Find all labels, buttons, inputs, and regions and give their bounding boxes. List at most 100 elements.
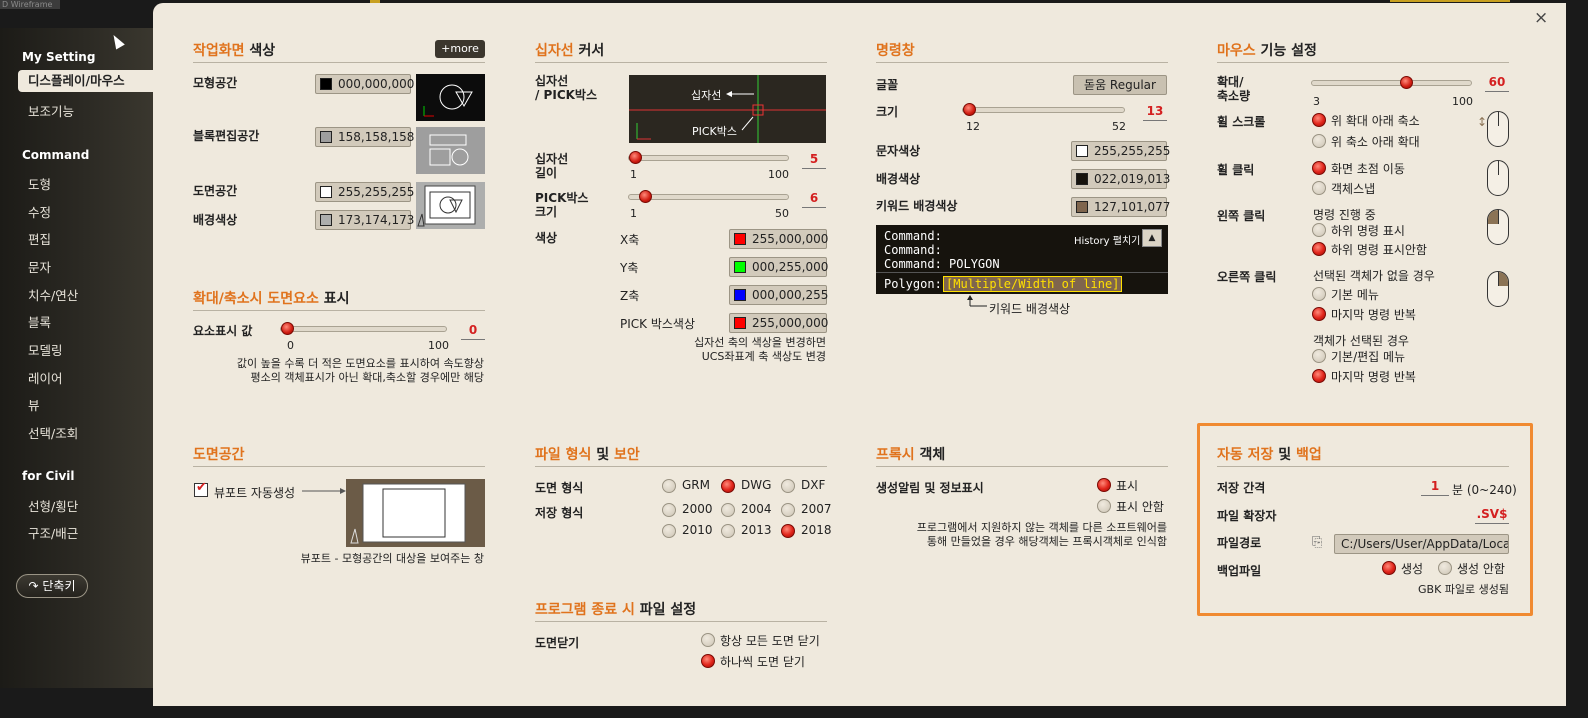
format-grm-radio[interactable] — [662, 479, 676, 493]
close-icon[interactable]: × — [1534, 8, 1548, 28]
folder-icon[interactable]: ⎘ — [1312, 535, 1322, 550]
font-select[interactable]: 돋움 Regular — [1073, 75, 1167, 95]
more-button[interactable]: +more — [435, 40, 485, 58]
left-click-label: 왼쪽 클릭 — [1217, 209, 1266, 223]
divider — [193, 62, 485, 63]
right-edit-menu-radio[interactable] — [1312, 349, 1326, 363]
save-2018-radio[interactable] — [781, 524, 795, 538]
format-dxf-radio[interactable] — [781, 479, 795, 493]
pickbox-color[interactable]: 255,000,000 — [729, 313, 828, 333]
left-show-sub-radio[interactable] — [1312, 223, 1326, 237]
crosshair-length-label: 십자선 길이 — [535, 152, 569, 180]
font-size-slider[interactable] — [962, 103, 1125, 116]
y-axis-value: 000,255,000 — [752, 260, 829, 274]
save-2007-radio[interactable] — [781, 503, 795, 517]
sidebar-item-modify[interactable]: 수정 — [28, 202, 51, 221]
wheel-osnap-radio[interactable] — [1312, 181, 1326, 195]
font-size-knob[interactable] — [963, 103, 976, 116]
element-value-slider[interactable] — [280, 322, 447, 335]
sidebar-item-structure[interactable]: 구조/배근 — [28, 523, 78, 542]
auto-viewport-checkbox[interactable] — [194, 480, 208, 497]
file-ext-input[interactable]: .SV$ — [1475, 506, 1509, 524]
auto-viewport-label: 뷰포트 자동생성 — [214, 486, 296, 500]
crosshair-title: 십자선 커서 — [535, 40, 604, 60]
backup-none-radio[interactable] — [1438, 561, 1452, 575]
shortcut-button[interactable]: ↷ 단축키 — [16, 574, 88, 598]
sidebar-item-shape[interactable]: 도형 — [28, 174, 51, 193]
background-color[interactable]: 173,174,173 — [315, 210, 414, 230]
model-space-color[interactable]: 000,000,000 — [315, 74, 414, 94]
zoom-amount-value[interactable]: 60 — [1485, 74, 1509, 92]
file-path-label: 파일경로 — [1217, 536, 1262, 550]
file-format-title: 파일 형식 및 보안 — [535, 444, 640, 464]
format-dwg-radio[interactable] — [721, 479, 735, 493]
history-expand-button[interactable]: ▲ — [1142, 229, 1162, 247]
format-dwg-label: DWG — [741, 478, 772, 492]
proxy-hide-radio[interactable] — [1097, 499, 1111, 513]
text-color[interactable]: 255,255,255 — [1071, 141, 1170, 161]
font-label: 글꼴 — [876, 78, 899, 92]
y-axis-swatch — [734, 261, 746, 273]
mouse-split — [1498, 210, 1499, 224]
right-opt-2-2: 마지막 명령 반복 — [1331, 370, 1416, 384]
close-each-radio[interactable] — [701, 654, 715, 668]
file-path-input[interactable]: C:/Users/User/AppData/Local/T... — [1334, 534, 1509, 554]
sidebar-item-select[interactable]: 선택/조회 — [28, 423, 78, 442]
sidebar-item-layer[interactable]: 레이어 — [28, 368, 63, 387]
block-edit-space-color[interactable]: 158,158,158 — [315, 127, 414, 147]
console-line-3: Command: POLYGON — [884, 257, 1000, 271]
element-value-value[interactable]: 0 — [461, 322, 485, 340]
right-selected-repeat-radio[interactable] — [1312, 369, 1326, 383]
save-2013-radio[interactable] — [721, 524, 735, 538]
save-2004-label: 2004 — [741, 502, 772, 516]
y-axis-color[interactable]: 000,255,000 — [729, 257, 829, 277]
proxy-show-radio[interactable] — [1097, 478, 1111, 492]
sidebar-item-dimension[interactable]: 치수/연산 — [28, 285, 78, 304]
x-axis-color[interactable]: 255,000,000 — [729, 229, 828, 249]
pickbox-size-value[interactable]: 6 — [802, 190, 826, 208]
save-2004-radio[interactable] — [721, 503, 735, 517]
sidebar-item-view[interactable]: 뷰 — [28, 395, 40, 414]
font-size-value[interactable]: 13 — [1143, 103, 1167, 121]
save-2000-radio[interactable] — [662, 503, 676, 517]
sidebar-item-modeling[interactable]: 모델링 — [28, 340, 63, 359]
backup-create-radio[interactable] — [1382, 561, 1396, 575]
crosshair-length-knob[interactable] — [629, 151, 642, 164]
save-2010-radio[interactable] — [662, 524, 676, 538]
bg-color[interactable]: 022,019,013 — [1071, 169, 1170, 189]
z-axis-color[interactable]: 000,000,255 — [729, 285, 828, 305]
keyword-color[interactable]: 127,101,077 — [1071, 197, 1170, 217]
crosshair-length-value[interactable]: 5 — [802, 151, 826, 169]
left-hide-sub-radio[interactable] — [1312, 242, 1326, 256]
left-click-heading: 명령 진행 중 — [1313, 208, 1376, 222]
element-value-slider-knob[interactable] — [281, 322, 294, 335]
right-basic-menu-radio[interactable] — [1312, 287, 1326, 301]
sidebar-item-display-mouse[interactable]: 디스플레이/마우스 — [18, 70, 158, 92]
sidebar-item-text[interactable]: 문자 — [28, 257, 51, 276]
zoom-amount-knob[interactable] — [1400, 76, 1413, 89]
zoom-amount-slider[interactable] — [1311, 76, 1472, 89]
crosshair-length-slider[interactable] — [628, 151, 789, 164]
right-repeat-last-radio[interactable] — [1312, 307, 1326, 321]
paper-space-color[interactable]: 255,255,255 — [315, 182, 414, 202]
crosshair-length-max: 100 — [768, 168, 789, 181]
crosshair-title-rest: 커서 — [573, 43, 605, 59]
sidebar-item-edit[interactable]: 편집 — [28, 229, 51, 248]
crosshair-pickbox-label: 십자선 / PICK박스 — [535, 74, 598, 102]
crosshair-note-2: UCS좌표계 축 색상도 변경 — [701, 350, 826, 363]
scroll-zoom-out-radio[interactable] — [1312, 134, 1326, 148]
close-all-radio[interactable] — [701, 633, 715, 647]
pickbox-size-knob[interactable] — [639, 190, 652, 203]
sidebar-item-block[interactable]: 블록 — [28, 312, 51, 331]
sidebar-section-civil: for Civil — [22, 469, 75, 483]
scroll-zoom-in-radio[interactable] — [1312, 113, 1326, 127]
right-click-heading-2: 객체가 선택된 경우 — [1313, 334, 1409, 348]
file-format-title-accent1: 파일 형식 — [535, 447, 592, 463]
pickbox-size-slider[interactable] — [628, 190, 789, 203]
sidebar-item-auxiliary[interactable]: 보조기능 — [28, 101, 74, 120]
wheel-pan-radio[interactable] — [1312, 161, 1326, 175]
save-interval-input[interactable]: 1 — [1421, 478, 1449, 496]
sidebar-item-alignment[interactable]: 선형/횡단 — [28, 496, 78, 515]
element-value-min: 0 — [287, 339, 294, 352]
close-drawing-label: 도면닫기 — [535, 636, 580, 650]
